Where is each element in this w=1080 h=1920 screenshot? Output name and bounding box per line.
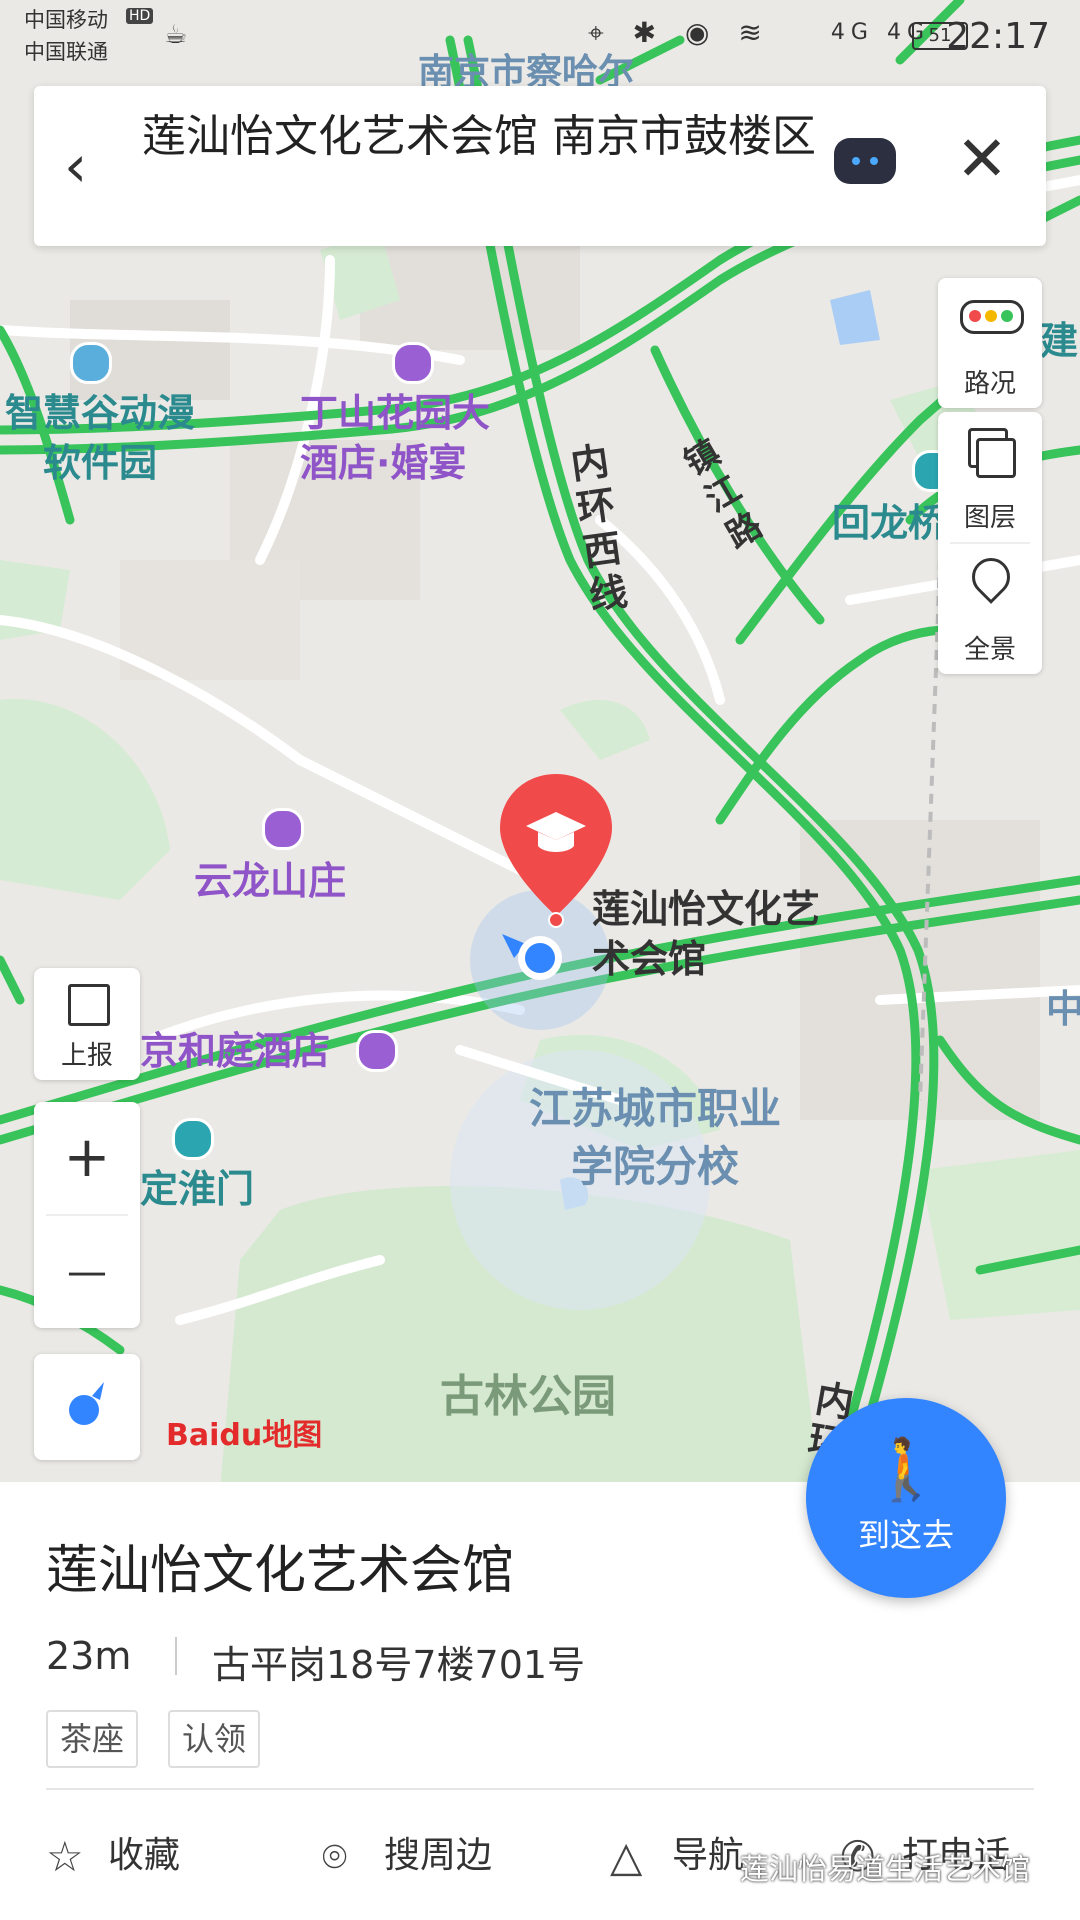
search-nearby-label: 搜周边 bbox=[384, 1835, 493, 1876]
navigate-label: 导航 bbox=[672, 1835, 745, 1876]
locate-icon bbox=[69, 1382, 104, 1425]
hotel-pin-icon bbox=[356, 1030, 398, 1072]
favorite-button[interactable]: ☆ 收藏 bbox=[46, 1826, 180, 1886]
back-icon[interactable]: ‹ bbox=[64, 136, 87, 196]
traffic-light-icon bbox=[960, 300, 1024, 334]
hotel-pin-icon bbox=[392, 342, 434, 384]
assistant-robot-icon[interactable] bbox=[834, 138, 896, 184]
edit-icon bbox=[68, 984, 110, 1026]
carrier-2: 中国联通 bbox=[24, 40, 108, 64]
zoom-out-button[interactable]: — bbox=[34, 1216, 140, 1328]
search-query[interactable]: 莲汕怡文化艺术会馆 南京市鼓楼区 bbox=[142, 108, 842, 166]
report-label: 上报 bbox=[60, 1041, 113, 1071]
layer-pano-group: 图层 全景 bbox=[938, 412, 1042, 674]
zoom-control: + — bbox=[34, 1102, 140, 1328]
poi-jinghe[interactable]: 京和庭酒店 bbox=[140, 1026, 330, 1076]
status-time: 22:17 bbox=[946, 16, 1050, 57]
baidu-map-logo: Baidu地图 bbox=[166, 1410, 322, 1454]
panorama-pin-icon bbox=[964, 550, 1018, 604]
panel-divider bbox=[46, 1788, 1034, 1790]
poi-dinghuai[interactable]: 定淮门 bbox=[140, 1164, 254, 1214]
poi-right-edge-2: 建 bbox=[1040, 319, 1079, 363]
zoom-in-button[interactable]: + bbox=[34, 1102, 140, 1214]
place-distance: 23m bbox=[46, 1634, 132, 1678]
star-icon: ☆ bbox=[46, 1832, 84, 1881]
locate-button[interactable] bbox=[34, 1354, 140, 1460]
walking-person-icon: 🚶 bbox=[868, 1435, 944, 1505]
navigate-button[interactable]: △ 导航 bbox=[610, 1826, 744, 1886]
carrier-1: 中国移动 bbox=[24, 8, 108, 32]
my-location-icon bbox=[502, 934, 562, 980]
building-pin-icon bbox=[172, 1118, 214, 1160]
poi-yunlong[interactable]: 云龙山庄 bbox=[194, 856, 346, 906]
tag-tea[interactable]: 茶座 bbox=[46, 1710, 139, 1768]
go-there-label: 到这去 bbox=[857, 1516, 954, 1554]
report-button[interactable]: 上报 bbox=[34, 968, 140, 1080]
place-address: 古平岗18号7楼701号 bbox=[212, 1643, 586, 1687]
search-nearby-button[interactable]: ⌾ 搜周边 bbox=[322, 1826, 492, 1886]
layers-label: 图层 bbox=[963, 503, 1016, 533]
poi-zhihuigu[interactable]: 智慧谷动漫 软件园 bbox=[0, 388, 200, 488]
panorama-button[interactable]: 全景 bbox=[938, 544, 1042, 674]
poi-gulin[interactable]: 古林公园 bbox=[440, 1372, 616, 1422]
close-icon[interactable]: ✕ bbox=[956, 124, 1008, 194]
traffic-button[interactable]: 路况 bbox=[938, 278, 1042, 408]
go-there-button[interactable]: 🚶 到这去 bbox=[806, 1398, 1006, 1598]
office-pin-icon bbox=[70, 342, 112, 384]
layers-button[interactable]: 图层 bbox=[938, 412, 1042, 542]
separator bbox=[175, 1637, 177, 1675]
status-icons: ⌖ ✱ ◉ ≋ bbox=[588, 16, 772, 49]
favorite-label: 收藏 bbox=[108, 1835, 181, 1876]
tag-claim[interactable]: 认领 bbox=[168, 1710, 261, 1768]
place-title: 莲汕怡文化艺术会馆 bbox=[46, 1541, 515, 1601]
poi-jiangsu[interactable]: 江苏城市职业 学院分校 bbox=[490, 1080, 820, 1196]
traffic-label: 路况 bbox=[963, 369, 1016, 399]
panorama-label: 全景 bbox=[963, 635, 1016, 665]
search-bar[interactable]: ‹ 莲汕怡文化艺术会馆 南京市鼓楼区 ✕ bbox=[34, 86, 1046, 246]
status-bar: 中国移动 HD 中国联通 ☕ ⌖ ✱ ◉ ≋ 4G 4G 51 22:17 bbox=[0, 0, 1080, 64]
poi-right-edge: 中 bbox=[1046, 987, 1080, 1031]
hd-badge: HD bbox=[126, 8, 154, 24]
target-label[interactable]: 莲汕怡文化艺 术会馆 bbox=[592, 884, 820, 984]
hotel-pin-icon bbox=[262, 808, 304, 850]
navigation-arrow-icon: △ bbox=[610, 1832, 643, 1881]
layers-icon-back bbox=[976, 438, 1016, 478]
coffee-icon: ☕ bbox=[164, 20, 188, 50]
poi-dingshan[interactable]: 丁山花园大 酒店·婚宴 bbox=[300, 388, 490, 488]
watermark: 莲汕怡易道生活艺术馆 bbox=[740, 1852, 1031, 1886]
location-pin-icon: ⌾ bbox=[322, 1832, 348, 1881]
baidu-logo-text: Baidu地图 bbox=[166, 1418, 323, 1453]
